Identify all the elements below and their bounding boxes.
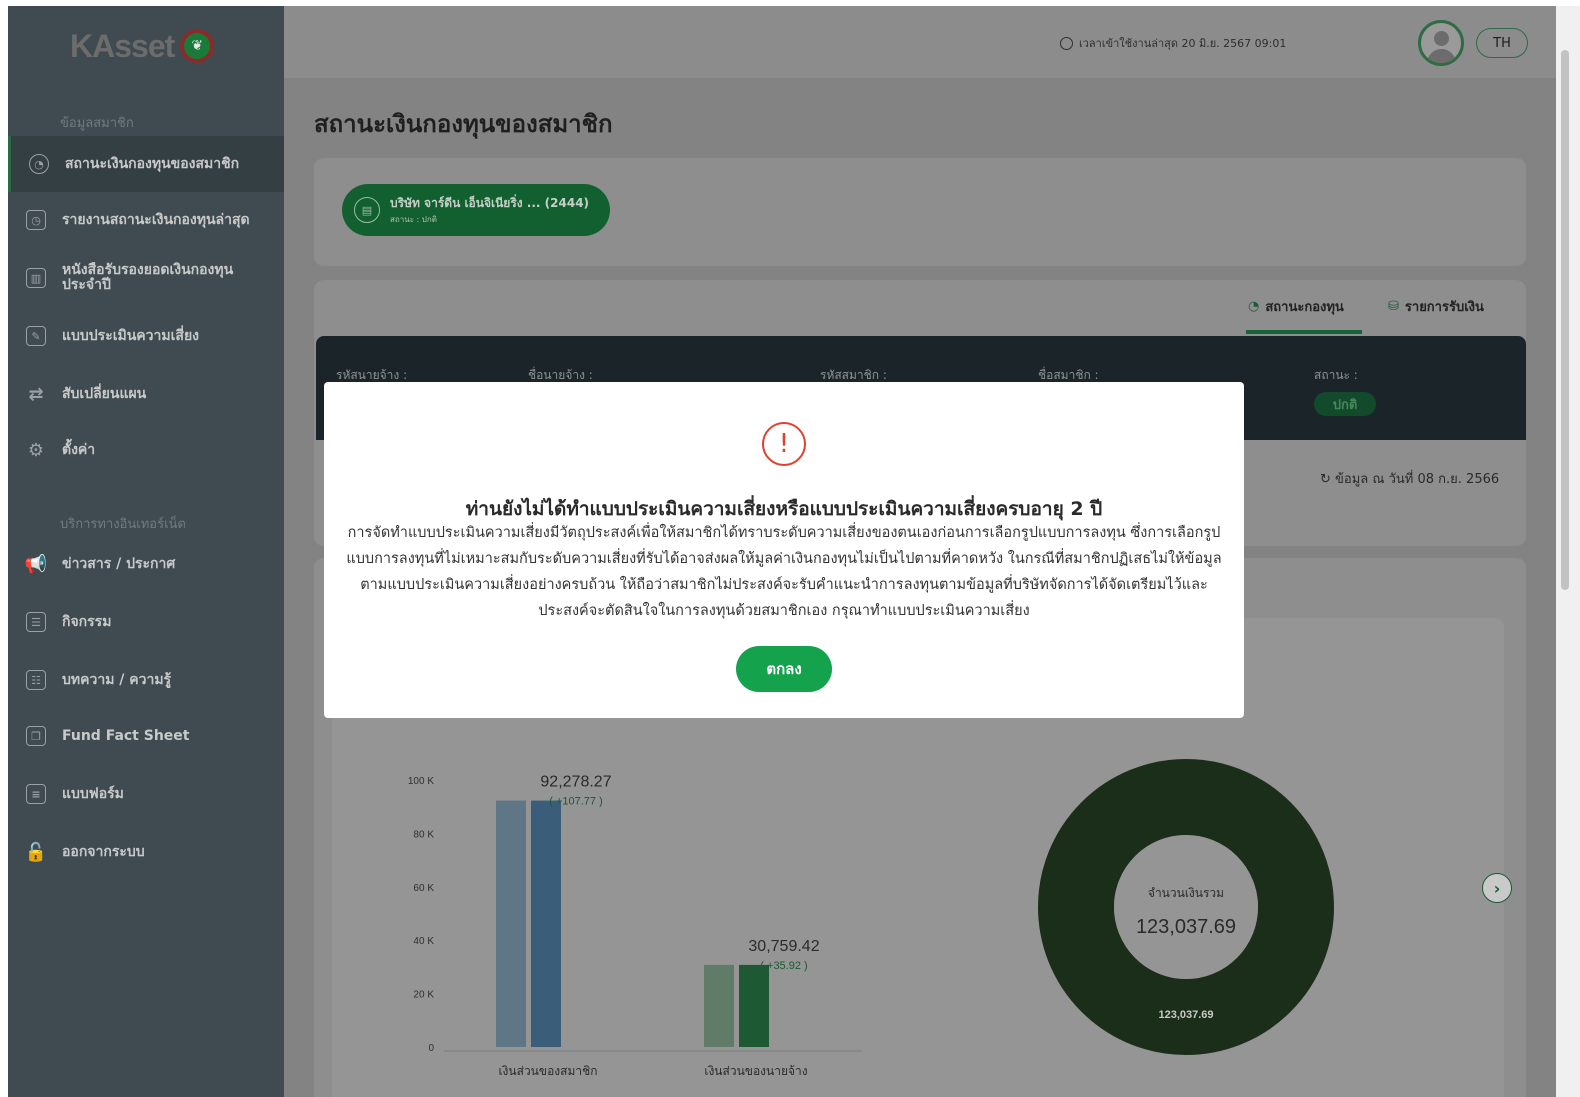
language-button[interactable]: TH [1476, 28, 1528, 58]
status-label: สถานะ : [1314, 368, 1358, 382]
topbar: เวลาเข้าใช้งานล่าสุด 20 มิ.ย. 2567 09:01… [284, 6, 1556, 78]
sidebar-item-label: กิจกรรม [62, 613, 112, 630]
sidebar-item-label: Fund Fact Sheet [62, 727, 190, 744]
sidebar-item-fund-status[interactable]: ◔ สถานะเงินกองทุนของสมาชิก [8, 136, 284, 192]
warning-icon: ! [762, 422, 806, 466]
sidebar-item-settings[interactable]: ⚙ ตั้งค่า [8, 422, 284, 478]
tab-fund-status[interactable]: ◔ สถานะกองทุน [1248, 296, 1344, 317]
chevron-right-icon[interactable]: › [1482, 873, 1512, 903]
gear-icon: ⚙ [27, 439, 45, 461]
lock-icon: 🔓 [24, 841, 48, 863]
assessment-icon: ✎ [26, 326, 46, 346]
brand-logo[interactable]: KAsset ❦ [70, 24, 215, 68]
scrollbar[interactable] [1556, 6, 1580, 1097]
company-card: ▤ บริษัท จาร์ดีน เอ็นจิเนียริ่ง ... (244… [314, 158, 1526, 266]
sidebar-section-member: ข้อมูลสมาชิก [60, 116, 134, 131]
company-selector[interactable]: ▤ บริษัท จาร์ดีน เอ็นจิเนียริ่ง ... (244… [342, 184, 610, 236]
sidebar-section-internet: บริการทางอินเทอร์เน็ต [60, 517, 186, 532]
sidebar-item-label: สับเปลี่ยนแผน [62, 385, 147, 402]
sidebar-item-label: แบบฟอร์ม [62, 785, 124, 802]
data-as-of: ↻ ข้อมูล ณ วันที่ 08 ก.ย. 2566 [1320, 468, 1499, 489]
tab-receipts[interactable]: ⛁ รายการรับเงิน [1388, 296, 1484, 317]
ok-button[interactable]: ตกลง [736, 646, 832, 692]
clock-icon [1060, 36, 1073, 50]
article-icon: ☷ [26, 670, 46, 690]
avatar[interactable] [1418, 20, 1464, 66]
sidebar-item-label: หนังสือรับรองยอดเงินกองทุน ประจำปี [62, 262, 234, 293]
pie-chart-icon: ◔ [29, 154, 49, 174]
activity-icon: ☰ [26, 612, 46, 632]
tab-label: รายการรับเงิน [1404, 300, 1484, 315]
building-icon: ▤ [354, 197, 380, 223]
sidebar-item-switch-plan[interactable]: ⇄ สับเปลี่ยนแผน [8, 366, 284, 422]
last-login-text: เวลาเข้าใช้งานล่าสุด 20 มิ.ย. 2567 09:01 [1079, 37, 1287, 50]
sidebar-item-label: บทความ / ความรู้ [62, 671, 172, 688]
brand-name: KAsset [70, 27, 175, 64]
scrollbar-thumb[interactable] [1561, 50, 1569, 590]
status-badge: ปกติ [1314, 392, 1376, 416]
refresh-icon: ↻ [1320, 472, 1331, 487]
switch-icon: ⇄ [28, 383, 44, 405]
receipts-icon: ⛁ [1388, 299, 1399, 314]
sidebar-item-label: สถานะเงินกองทุนของสมาชิก [65, 155, 240, 172]
company-status: สถานะ : ปกติ [390, 215, 437, 224]
sidebar-item-logout[interactable]: 🔓 ออกจากระบบ [8, 824, 284, 880]
page-title: สถานะเงินกองทุนของสมาชิก [314, 110, 613, 138]
sidebar-item-label: แบบประเมินความเสี่ยง [62, 327, 199, 344]
sidebar-item-label: ข่าวสาร / ประกาศ [62, 555, 176, 572]
sidebar: KAsset ❦ ข้อมูลสมาชิก ◔ สถานะเงินกองทุนข… [8, 6, 284, 1097]
tab-label: สถานะกองทุน [1265, 300, 1344, 315]
risk-assessment-modal: ! ท่านยังไม่ได้ทำแบบประเมินความเสี่ยงหรื… [324, 382, 1244, 718]
sidebar-item-label: ออกจากระบบ [62, 843, 145, 860]
sidebar-item-news[interactable]: 📢 ข่าวสาร / ประกาศ [8, 536, 284, 592]
kbank-leaf-icon: ❦ [180, 29, 215, 63]
form-icon: ≡ [26, 784, 46, 804]
megaphone-icon: 📢 [24, 553, 48, 575]
last-login: เวลาเข้าใช้งานล่าสุด 20 มิ.ย. 2567 09:01 [1060, 34, 1286, 52]
sidebar-item-fund-fact-sheet[interactable]: ❐ Fund Fact Sheet [8, 708, 284, 764]
fund-status-icon: ◔ [1248, 299, 1260, 314]
sidebar-item-risk-assessment[interactable]: ✎ แบบประเมินความเสี่ยง [8, 308, 284, 364]
sidebar-item-label: ตั้งค่า [62, 441, 96, 458]
certificate-icon: ▥ [26, 268, 46, 288]
modal-body: การจัดทำแบบประเมินความเสี่ยงมีวัตถุประสง… [346, 525, 1222, 619]
report-icon: ◷ [26, 210, 46, 230]
avatar-head-icon [1434, 31, 1449, 46]
company-name: บริษัท จาร์ดีน เอ็นจิเนียริ่ง ... (2444) [390, 196, 590, 210]
sidebar-item-latest-report[interactable]: ◷ รายงานสถานะเงินกองทุนล่าสุด [8, 192, 284, 248]
sidebar-item-activities[interactable]: ☰ กิจกรรม [8, 594, 284, 650]
active-tab-indicator [1246, 330, 1362, 334]
sidebar-item-label: รายงานสถานะเงินกองทุนล่าสุด [62, 211, 250, 228]
sidebar-item-annual-certificate[interactable]: ▥ หนังสือรับรองยอดเงินกองทุน ประจำปี [8, 250, 284, 306]
data-as-of-text: ข้อมูล ณ วันที่ 08 ก.ย. 2566 [1335, 472, 1500, 487]
sidebar-item-articles[interactable]: ☷ บทความ / ความรู้ [8, 652, 284, 708]
factsheet-icon: ❐ [26, 726, 46, 746]
avatar-body-icon [1427, 49, 1456, 63]
sidebar-item-forms[interactable]: ≡ แบบฟอร์ม [8, 766, 284, 822]
